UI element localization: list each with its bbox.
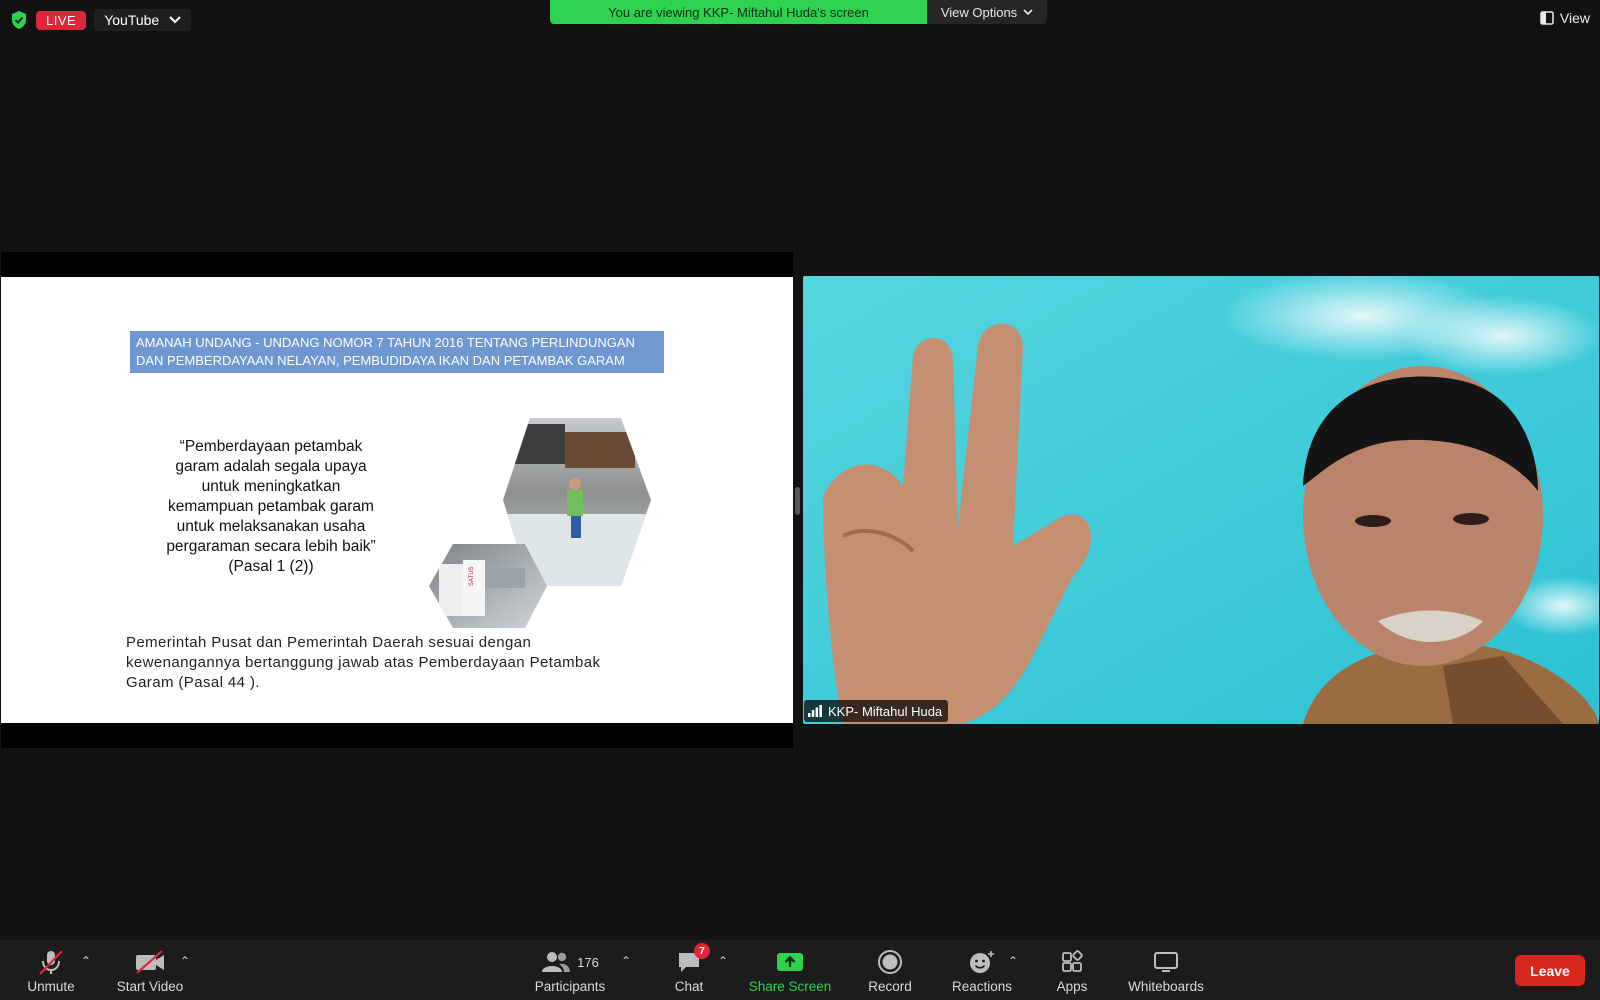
view-label: View (1559, 10, 1590, 26)
whiteboards-label: Whiteboards (1128, 979, 1204, 994)
chat-button[interactable]: 7 Chat (668, 940, 710, 1000)
salt-farm-hexagon-images: SATUS (429, 418, 651, 628)
quote-line: pergaraman secara lebih baik” (166, 538, 376, 555)
shared-slide: AMANAH UNDANG - UNDANG NOMOR 7 TAHUN 201… (1, 277, 793, 723)
quote-line: (Pasal 1 (2)) (228, 558, 314, 575)
whiteboards-button[interactable]: Whiteboards (1124, 940, 1208, 1000)
slide-heading-line: AMANAH UNDANG - UNDANG NOMOR 7 TAHUN 201… (136, 335, 635, 350)
split-view-divider[interactable] (795, 487, 800, 515)
microphone-muted-icon (39, 950, 63, 975)
view-options-button[interactable]: View Options (927, 0, 1047, 24)
start-video-label: Start Video (116, 979, 184, 994)
record-label: Record (868, 979, 912, 994)
share-screen-button[interactable]: Share Screen (746, 940, 834, 1000)
chat-options-caret[interactable]: ⌃ (718, 954, 728, 968)
whiteboard-icon (1154, 952, 1178, 972)
record-button[interactable]: Record (864, 940, 916, 1000)
sack-label: SATUS (469, 566, 475, 586)
viewing-banner: You are viewing KKP- Miftahul Huda's scr… (550, 0, 927, 24)
live-badge: LIVE (36, 10, 87, 30)
unmute-button[interactable]: Unmute (20, 940, 82, 1000)
start-video-button[interactable]: Start Video (112, 940, 188, 1000)
quote-line: garam adalah segala upaya (175, 458, 367, 475)
participants-count: 176 (577, 954, 599, 970)
leave-button[interactable]: Leave (1515, 955, 1585, 986)
security-shield-icon[interactable] (10, 10, 28, 30)
chat-label: Chat (674, 979, 704, 994)
reactions-label: Reactions (951, 979, 1013, 994)
record-icon (878, 950, 902, 974)
chat-unread-badge: 7 (694, 943, 710, 959)
quote-line: untuk meningkatkan (201, 478, 341, 495)
layout-view-icon (1540, 11, 1554, 25)
bottom-text-line: Garam (Pasal 44 ). (126, 674, 260, 691)
participants-options-caret[interactable]: ⌃ (621, 954, 631, 968)
reactions-smiley-icon (970, 951, 994, 973)
participant-name-tag: KKP- Miftahul Huda (804, 700, 949, 722)
apps-label: Apps (1056, 979, 1088, 994)
chevron-down-icon (1023, 8, 1033, 15)
share-screen-label: Share Screen (748, 979, 832, 994)
video-options-caret[interactable]: ⌃ (180, 954, 190, 968)
quote-line: kemampuan petambak garam (168, 498, 374, 515)
meeting-toolbar: Unmute ⌃ Start Video ⌃ 176 Participants … (0, 940, 1600, 1000)
slide-heading-line: DAN PEMBERDAYAAN NELAYAN, PEMBUDIDAYA IK… (136, 353, 625, 368)
view-options-label: View Options (940, 4, 1018, 20)
chevron-down-icon (169, 16, 181, 24)
live-stream-menu[interactable]: YouTube (94, 9, 192, 31)
top-left-status: LIVE YouTube (10, 9, 192, 31)
audio-options-caret[interactable]: ⌃ (81, 954, 91, 968)
quote-line: “Pemberdayaan petambak (179, 438, 363, 455)
apps-icon (1062, 950, 1083, 972)
reactions-options-caret[interactable]: ⌃ (1008, 954, 1018, 968)
participant-name: KKP- Miftahul Huda (828, 703, 943, 719)
participants-button[interactable]: 176 Participants (530, 940, 610, 1000)
view-button[interactable]: View (1540, 10, 1590, 26)
participant-video[interactable] (803, 276, 1599, 724)
video-camera-off-icon (136, 950, 164, 974)
slide-quote: “Pemberdayaan petambak garam adalah sega… (151, 437, 391, 577)
participants-label: Participants (534, 979, 606, 994)
share-screen-icon (777, 953, 803, 971)
bottom-text-line: Pemerintah Pusat dan Pemerintah Daerah s… (126, 634, 532, 651)
reactions-button[interactable]: Reactions (950, 940, 1014, 1000)
stream-target-label: YouTube (104, 12, 160, 28)
unmute-label: Unmute (27, 979, 75, 994)
bottom-text-line: kewenangannya bertanggung jawab atas Pem… (126, 654, 601, 671)
participants-icon (542, 952, 571, 972)
apps-button[interactable]: Apps (1052, 940, 1092, 1000)
slide-heading: AMANAH UNDANG - UNDANG NOMOR 7 TAHUN 201… (130, 331, 664, 373)
slide-bottom-text: Pemerintah Pusat dan Pemerintah Daerah s… (126, 633, 666, 693)
signal-strength-icon (808, 705, 822, 717)
quote-line: untuk melaksanakan usaha (176, 518, 366, 535)
